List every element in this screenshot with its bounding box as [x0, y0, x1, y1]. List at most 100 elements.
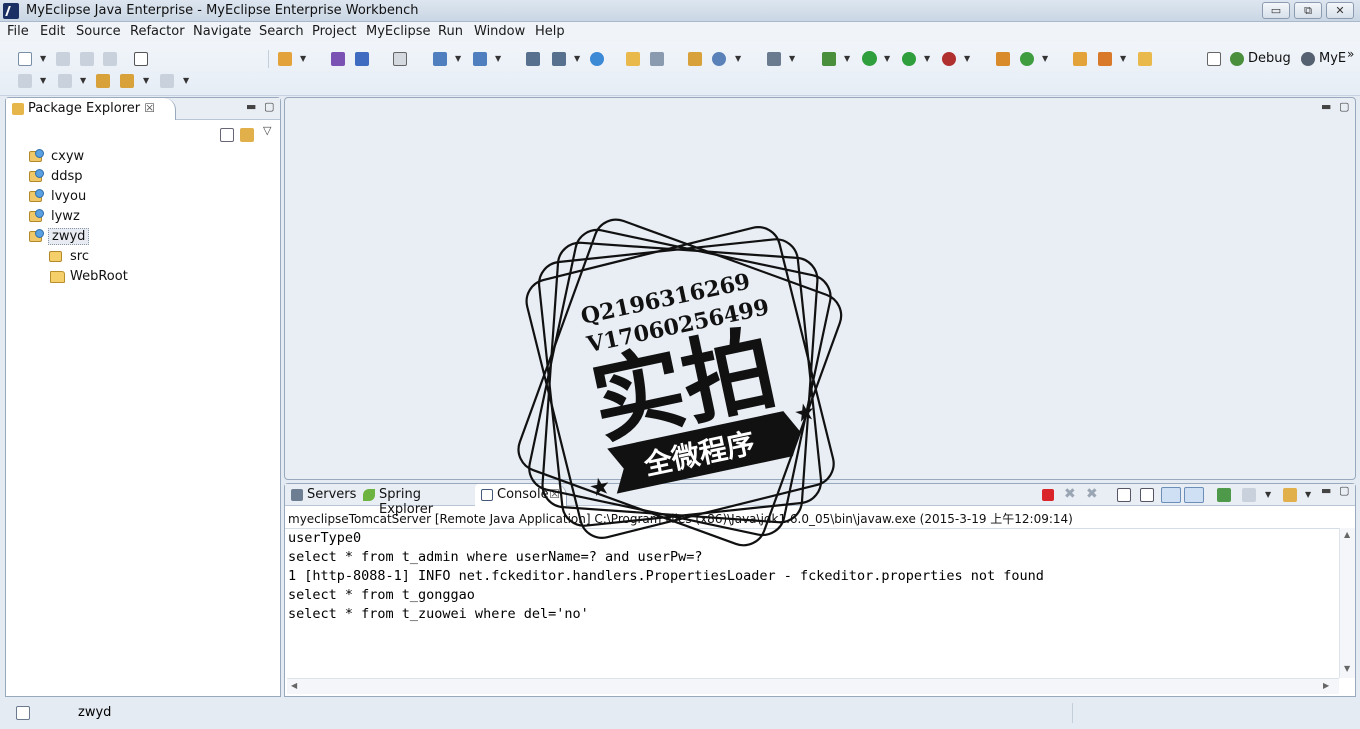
horizontal-scrollbar[interactable]: ◀ ▶: [287, 678, 1339, 694]
scroll-up-icon[interactable]: ▲: [1344, 530, 1350, 539]
vertical-scrollbar[interactable]: ▲ ▼: [1339, 528, 1355, 678]
pencil-dropdown-icon[interactable]: ▼: [1120, 54, 1126, 63]
minimize-view-icon[interactable]: ▬: [246, 100, 256, 113]
refresh-icon[interactable]: [1020, 52, 1034, 66]
binary-icon[interactable]: [134, 52, 148, 66]
remove-all-icon[interactable]: ✖: [1086, 486, 1098, 502]
screen-icon[interactable]: [767, 52, 781, 66]
open-folder-icon[interactable]: [626, 52, 640, 66]
open-console-dropdown-icon[interactable]: ▼: [1305, 490, 1311, 499]
view-menu-icon[interactable]: ▽: [263, 124, 271, 137]
display-console-icon[interactable]: [1242, 488, 1256, 502]
web-service-icon[interactable]: [433, 52, 447, 66]
run-config-icon[interactable]: [902, 52, 916, 66]
minimize-editor-icon[interactable]: ▬: [1321, 100, 1331, 113]
maximize-view-icon[interactable]: ▢: [264, 100, 274, 113]
display-console-dropdown-icon[interactable]: ▼: [1265, 490, 1271, 499]
open-project-icon[interactable]: [1073, 52, 1087, 66]
project-dropdown-icon[interactable]: ▼: [300, 54, 306, 63]
refresh-dropdown-icon[interactable]: ▼: [1042, 54, 1048, 63]
scroll-lock-icon[interactable]: [1140, 488, 1154, 502]
terminate-icon[interactable]: [1042, 489, 1054, 501]
close-button[interactable]: ✕: [1326, 2, 1354, 19]
run-dropdown-icon[interactable]: ▼: [884, 54, 890, 63]
table-icon[interactable]: [688, 52, 702, 66]
menu-navigate[interactable]: Navigate: [193, 24, 251, 39]
new-java-project-icon[interactable]: [278, 52, 292, 66]
debug-perspective-label[interactable]: Debug: [1248, 51, 1291, 66]
console-output[interactable]: userType0 select * from t_admin where us…: [288, 529, 1044, 624]
maximize-editor-icon[interactable]: ▢: [1339, 100, 1349, 113]
save-all-icon[interactable]: [80, 52, 94, 66]
next-annotation-dropdown-icon[interactable]: ▼: [40, 76, 46, 85]
show-stderr-icon[interactable]: [1184, 487, 1204, 503]
save-icon[interactable]: [56, 52, 70, 66]
spring-bean-icon[interactable]: [996, 52, 1010, 66]
forward-icon[interactable]: [160, 74, 174, 88]
forward-dropdown-icon[interactable]: ▼: [183, 76, 189, 85]
tab-console[interactable]: Console ☒: [475, 484, 567, 506]
web-service-dropdown-icon[interactable]: ▼: [455, 54, 461, 63]
close-console-icon[interactable]: ☒: [549, 487, 560, 501]
fast-view-icon[interactable]: [16, 706, 30, 720]
pin-console-icon[interactable]: [1217, 488, 1231, 502]
menu-file[interactable]: File: [7, 24, 29, 39]
class-icon[interactable]: [355, 52, 369, 66]
scroll-left-icon[interactable]: ◀: [291, 681, 297, 690]
show-stdout-icon[interactable]: [1161, 487, 1181, 503]
debug-run-icon[interactable]: [822, 52, 836, 66]
open-console-icon[interactable]: [1283, 488, 1297, 502]
debug-dropdown-icon[interactable]: ▼: [844, 54, 850, 63]
debug-perspective-icon[interactable]: [1230, 52, 1244, 66]
new-icon[interactable]: [18, 52, 32, 66]
minimize-console-icon[interactable]: ▬: [1321, 484, 1331, 497]
myeclipse-perspective-label[interactable]: MyE: [1319, 51, 1346, 66]
link-with-editor-icon[interactable]: [240, 128, 254, 142]
screen-dropdown-icon[interactable]: ▼: [789, 54, 795, 63]
new-dropdown-icon[interactable]: ▼: [40, 54, 46, 63]
menu-myeclipse[interactable]: MyEclipse: [366, 24, 431, 39]
minimize-button[interactable]: ▭: [1262, 2, 1290, 19]
menu-search[interactable]: Search: [259, 24, 304, 39]
clear-console-icon[interactable]: [1117, 488, 1131, 502]
open-type-icon[interactable]: [393, 52, 407, 66]
back-dropdown-icon[interactable]: ▼: [143, 76, 149, 85]
prev-annotation-dropdown-icon[interactable]: ▼: [80, 76, 86, 85]
tab-spring-explorer[interactable]: Spring Explorer: [357, 484, 475, 517]
tab-servers[interactable]: Servers: [285, 484, 357, 506]
report-dropdown-icon[interactable]: ▼: [735, 54, 741, 63]
sync-icon[interactable]: [650, 52, 664, 66]
run-icon[interactable]: [862, 51, 877, 66]
menu-window[interactable]: Window: [474, 24, 525, 39]
scroll-right-icon[interactable]: ▶: [1323, 681, 1329, 690]
folder-icon[interactable]: [1138, 52, 1152, 66]
search-type-dropdown-icon[interactable]: ▼: [495, 54, 501, 63]
menu-project[interactable]: Project: [312, 24, 356, 39]
report-icon[interactable]: [712, 52, 726, 66]
next-annotation-icon[interactable]: [18, 74, 32, 88]
open-perspective-icon[interactable]: [1207, 52, 1221, 66]
external-tools-icon[interactable]: [942, 52, 956, 66]
prev-annotation-icon[interactable]: [58, 74, 72, 88]
package-icon[interactable]: [331, 52, 345, 66]
remove-launch-icon[interactable]: ✖: [1064, 486, 1076, 502]
menu-run[interactable]: Run: [438, 24, 463, 39]
external-tools-dropdown-icon[interactable]: ▼: [964, 54, 970, 63]
menu-source[interactable]: Source: [76, 24, 121, 39]
deploy-icon[interactable]: [526, 52, 540, 66]
server-dropdown-icon[interactable]: ▼: [574, 54, 580, 63]
pencil-icon[interactable]: [1098, 52, 1112, 66]
restore-button[interactable]: ⧉: [1294, 2, 1322, 19]
print-icon[interactable]: [103, 52, 117, 66]
close-tab-icon[interactable]: ☒: [144, 101, 155, 115]
scroll-down-icon[interactable]: ▼: [1344, 664, 1350, 673]
back-icon[interactable]: [120, 74, 134, 88]
menu-edit[interactable]: Edit: [40, 24, 65, 39]
myeclipse-perspective-icon[interactable]: [1301, 52, 1315, 66]
collapse-all-icon[interactable]: [220, 128, 234, 142]
menu-refactor[interactable]: Refactor: [130, 24, 185, 39]
tab-package-explorer[interactable]: Package Explorer ☒: [6, 98, 176, 120]
search-type-icon[interactable]: [473, 52, 487, 66]
last-edit-icon[interactable]: [96, 74, 110, 88]
server-icon[interactable]: [552, 52, 566, 66]
